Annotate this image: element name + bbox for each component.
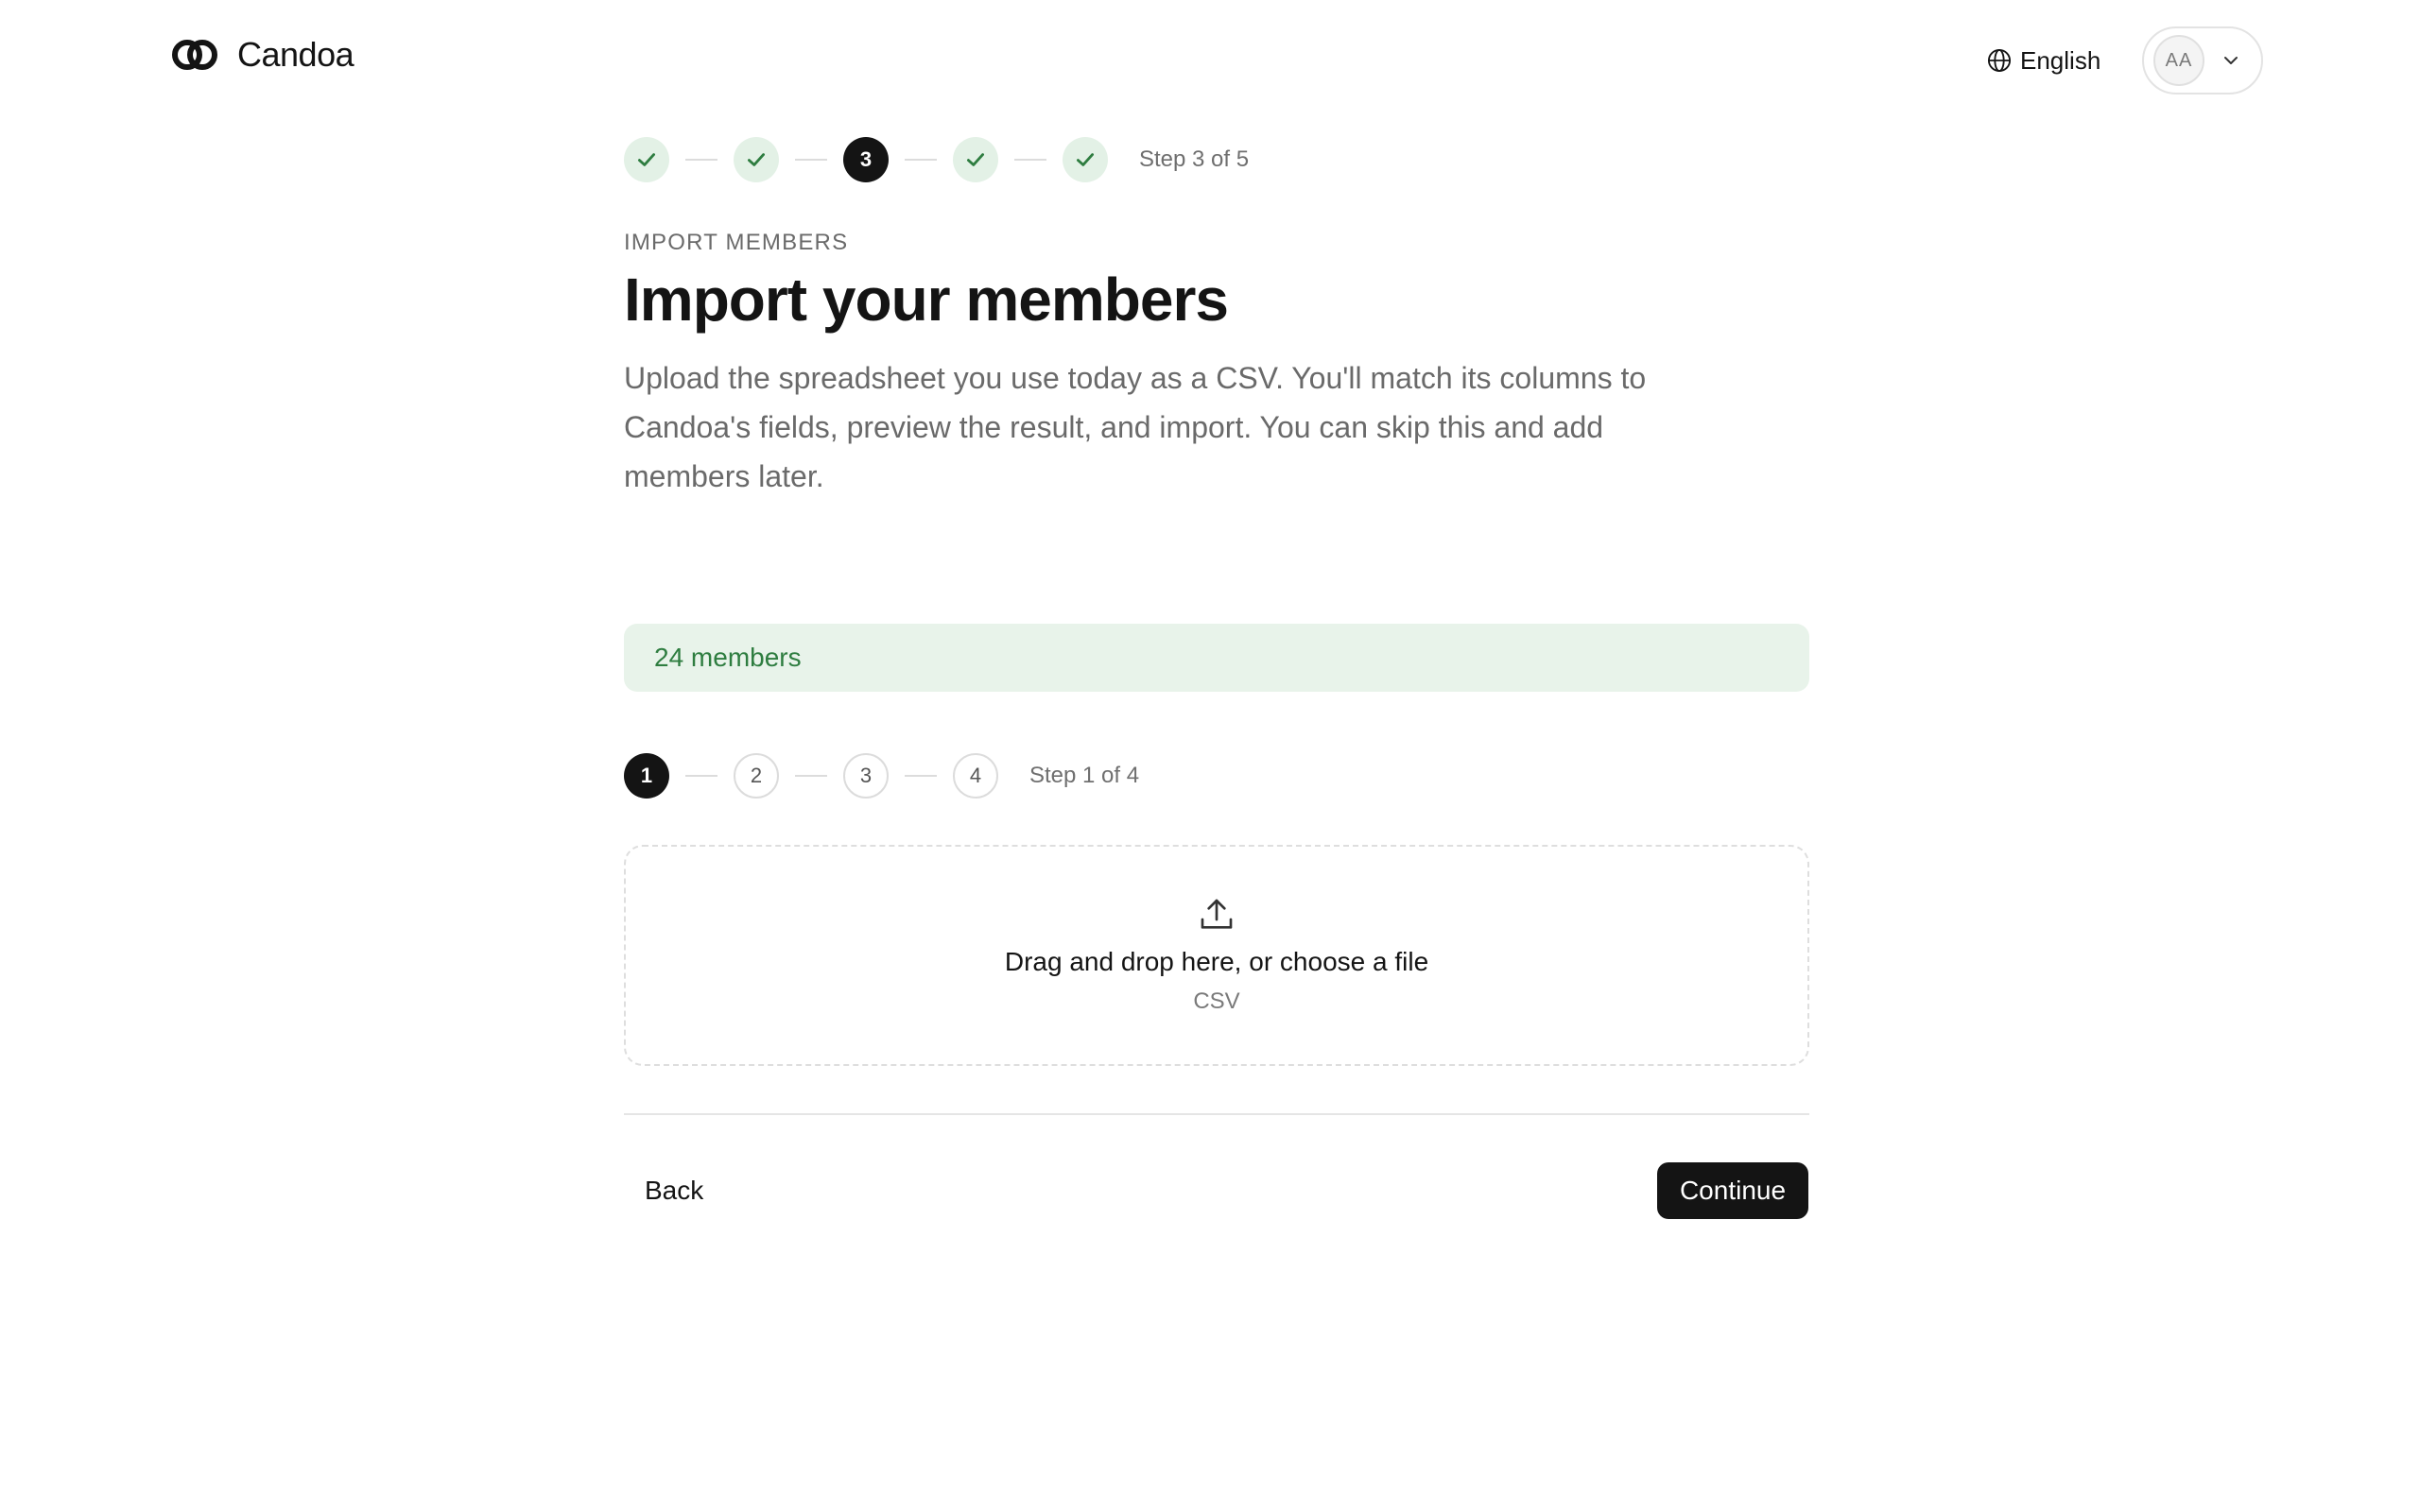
import-step-1: 1: [624, 753, 669, 799]
accepted-file-types: CSV: [1193, 988, 1240, 1014]
continue-button[interactable]: Continue: [1657, 1162, 1808, 1219]
import-step-2: 2: [734, 753, 779, 799]
brand-name: Candoa: [237, 35, 354, 74]
brand[interactable]: Candoa: [171, 30, 354, 79]
members-count-text: 24 members: [654, 643, 802, 672]
outer-step-1: [624, 137, 669, 182]
outer-step-status: Step 3 of 5: [1139, 146, 1250, 172]
check-icon: [748, 153, 765, 166]
members-count-banner: 24 members: [624, 624, 1809, 692]
step-connector: [905, 159, 937, 161]
import-stepper: 1 2 3 4 Step 1 of 4: [624, 753, 1139, 799]
check-icon: [967, 153, 984, 166]
footer-divider: [624, 1113, 1809, 1115]
step-connector: [685, 775, 717, 777]
section-eyebrow: IMPORT MEMBERS: [624, 230, 849, 255]
step-connector: [905, 775, 937, 777]
import-step-status: Step 1 of 4: [1029, 763, 1140, 788]
step-connector: [1014, 159, 1046, 161]
language-selector[interactable]: English: [1986, 42, 2100, 79]
outer-step-3: 3: [843, 137, 889, 182]
globe-icon: [1987, 48, 2012, 73]
account-menu-button[interactable]: AA: [2142, 26, 2263, 94]
back-button[interactable]: Back: [624, 1162, 724, 1219]
dropzone-prompt-prefix: Drag and drop here, or: [1004, 947, 1280, 976]
outer-step-2: [734, 137, 779, 182]
onboarding-page: Candoa English AA 3 Step 3 of 5 IMPORT M…: [0, 0, 2420, 1512]
step-connector: [685, 159, 717, 161]
outer-step-5: [1063, 137, 1108, 182]
dropzone-prompt: Drag and drop here, or choose a file: [1005, 947, 1428, 977]
outer-step-4: [953, 137, 998, 182]
chevron-down-icon: [2224, 57, 2238, 64]
outer-stepper: 3 Step 3 of 5: [624, 137, 1249, 182]
step-connector: [795, 159, 827, 161]
step-connector: [795, 775, 827, 777]
page-title: Import your members: [624, 266, 1229, 334]
choose-file-link[interactable]: choose a file: [1280, 947, 1428, 976]
language-label: English: [2020, 45, 2101, 75]
import-step-3: 3: [843, 753, 889, 799]
check-icon: [638, 153, 655, 166]
page-description: Upload the spreadsheet you use today as …: [624, 361, 1647, 493]
check-icon: [1077, 153, 1094, 166]
candoa-logo-icon: [172, 40, 217, 70]
csv-dropzone[interactable]: Drag and drop here, or choose a file CSV: [624, 845, 1809, 1066]
avatar: AA: [2153, 35, 2204, 86]
import-step-4: 4: [953, 753, 998, 799]
upload-icon: [1201, 899, 1233, 929]
